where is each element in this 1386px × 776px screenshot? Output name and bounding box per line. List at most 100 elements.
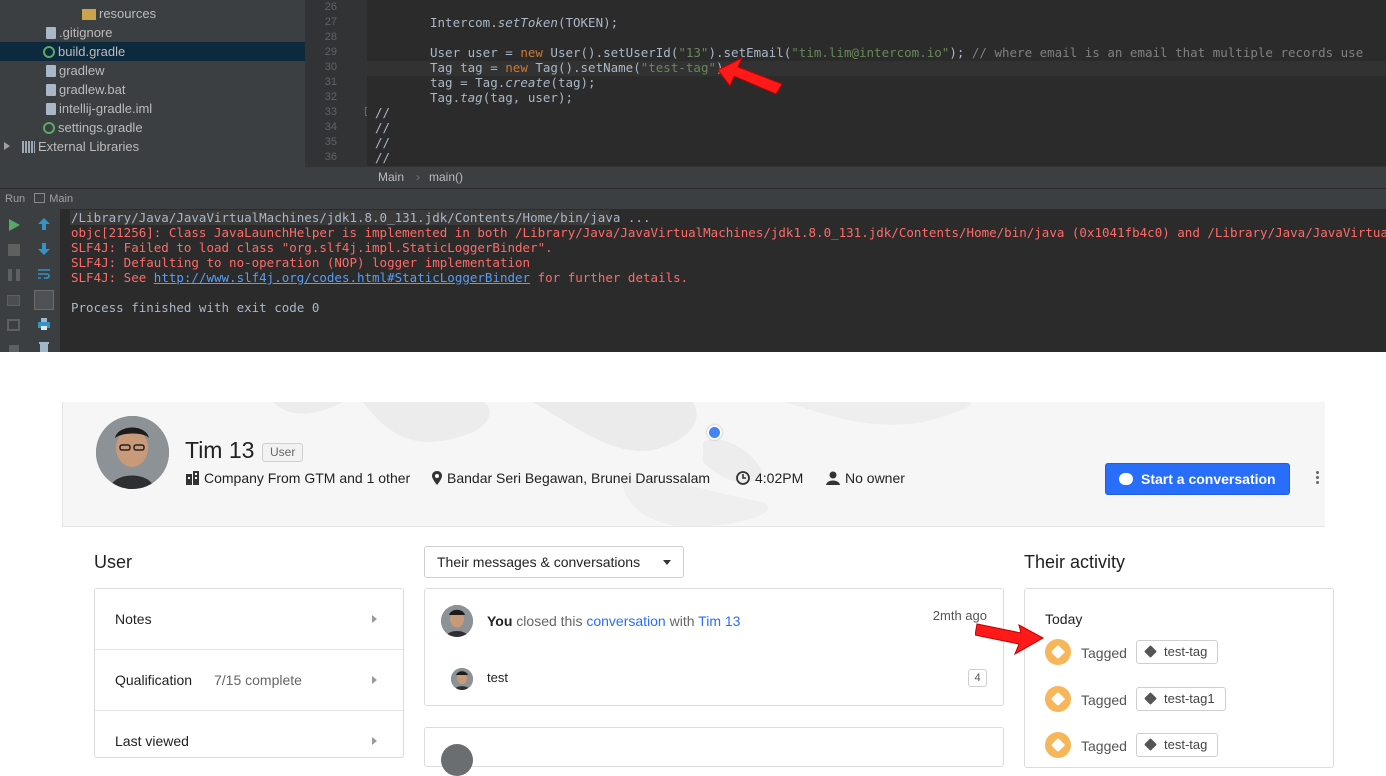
avatar: [441, 605, 473, 637]
message-count-badge: 4: [968, 669, 987, 687]
conversation-filter-dropdown[interactable]: Their messages & conversations: [424, 546, 684, 578]
tree-item-resources[interactable]: resources: [82, 4, 156, 23]
tree-item-build-gradle[interactable]: build.gradle: [0, 42, 305, 61]
console-link[interactable]: http://www.slf4j.org/codes.html#StaticLo…: [154, 270, 530, 285]
code-line-32: Tag.tag(tag, user);: [430, 90, 573, 105]
tree-item-label: settings.gradle: [58, 120, 143, 135]
print-icon[interactable]: [37, 317, 51, 331]
company-text: Company From GTM and 1 other: [204, 470, 411, 486]
chevron-right-icon: [372, 676, 377, 684]
line-number: 30: [324, 61, 337, 73]
line-number-gutter: 26 27 28 29 30 31 32 33 34 35 36: [305, 0, 367, 166]
last-viewed-row[interactable]: Last viewed: [95, 711, 403, 772]
camera-icon[interactable]: [7, 295, 20, 306]
tag-pill[interactable]: test-tag1: [1136, 687, 1226, 711]
tree-item-external-libraries[interactable]: External Libraries: [0, 137, 305, 156]
breadcrumb-item[interactable]: main(): [429, 167, 463, 188]
rerun-icon[interactable]: [7, 218, 21, 232]
code-line-35: //: [375, 135, 391, 150]
user-attributes-panel: Notes Qualification 7/15 complete Last v…: [94, 588, 404, 758]
code-line-30: Tag tag = new Tag().setName("test-tag");: [430, 60, 731, 75]
tree-item-label: gradlew.bat: [59, 82, 126, 97]
conversation-summary: You closed this conversation with Tim 13: [487, 613, 741, 629]
tag-icon: [1144, 738, 1157, 751]
more-options-icon[interactable]: [1313, 470, 1321, 488]
pause-icon[interactable]: [8, 269, 20, 281]
line-number: 36: [324, 151, 337, 163]
scroll-to-end-icon[interactable]: [34, 290, 54, 310]
start-conversation-button[interactable]: Start a conversation: [1105, 463, 1290, 495]
project-tree: resources .gitignore build.gradle gradle…: [0, 0, 305, 188]
line-number: 29: [324, 46, 337, 58]
row-label: Notes: [115, 611, 152, 627]
user-name: Tim 13: [185, 437, 255, 463]
user-type-badge: User: [262, 443, 304, 462]
console-line: Process finished with exit code 0: [71, 300, 320, 315]
building-icon: [186, 471, 199, 485]
owner-meta[interactable]: No owner: [826, 470, 905, 486]
tag-icon: [1045, 686, 1071, 712]
console-line: /Library/Java/JavaVirtualMachines/jdk1.8…: [71, 210, 651, 225]
run-console-output[interactable]: /Library/Java/JavaVirtualMachines/jdk1.8…: [60, 209, 1386, 352]
ide-window: resources .gitignore build.gradle gradle…: [0, 0, 1386, 355]
line-number: 34: [324, 121, 337, 133]
avatar: [96, 416, 169, 489]
tag-pill[interactable]: test-tag: [1136, 733, 1219, 757]
owner-text: No owner: [845, 470, 905, 486]
activity-feed: Today Tagged test-tag Tagged test-tag1 T…: [1024, 588, 1334, 768]
settings-icon[interactable]: [9, 345, 19, 352]
expand-arrow-icon[interactable]: [4, 142, 10, 150]
stop-icon[interactable]: [8, 244, 20, 256]
tree-item-label: .gitignore: [59, 25, 113, 40]
tree-item-iml[interactable]: intellij-gradle.iml: [46, 99, 152, 118]
tree-item-gradlew[interactable]: gradlew: [46, 61, 105, 80]
gradle-icon: [43, 46, 55, 58]
notes-row[interactable]: Notes: [95, 589, 403, 650]
tree-item-label: gradlew: [59, 63, 105, 78]
code-line-33: //: [375, 105, 391, 120]
activity-verb: Tagged: [1081, 645, 1127, 661]
code-line-31: tag = Tag.create(tag);: [430, 75, 596, 90]
tree-item-gradlew-bat[interactable]: gradlew.bat: [46, 80, 126, 99]
scroll-up-icon[interactable]: [37, 217, 51, 231]
qualification-row[interactable]: Qualification 7/15 complete: [95, 650, 403, 711]
conversation-card[interactable]: You closed this conversation with Tim 13…: [424, 588, 1004, 706]
caret-down-icon: [663, 560, 671, 565]
editor-breadcrumb: Main › main(): [305, 166, 1386, 188]
user-link[interactable]: Tim 13: [698, 613, 740, 629]
file-icon: [46, 65, 56, 77]
code-editor[interactable]: Intercom.setToken(TOKEN); User user = ne…: [367, 0, 1386, 166]
tree-item-gitignore[interactable]: .gitignore: [46, 23, 112, 42]
tag-icon: [1144, 692, 1157, 705]
conversation-link[interactable]: conversation: [586, 613, 665, 629]
location-text: Bandar Seri Begawan, Brunei Darussalam: [447, 470, 711, 486]
breadcrumb-separator-icon: ›: [416, 170, 420, 184]
tag-icon: [1045, 732, 1071, 758]
console-line: SLF4J: Defaulting to no-operation (NOP) …: [71, 255, 531, 270]
breadcrumb-item[interactable]: Main: [378, 167, 404, 188]
code-line-27: Intercom.setToken(TOKEN);: [430, 15, 619, 30]
company-meta[interactable]: Company From GTM and 1 other: [186, 470, 410, 486]
scroll-down-icon[interactable]: [37, 242, 51, 256]
soft-wrap-icon[interactable]: [37, 267, 51, 281]
console-line: objc[21256]: Class JavaLaunchHelper is i…: [71, 225, 1386, 240]
qualification-progress: 7/15 complete: [214, 672, 302, 688]
exit-icon[interactable]: [7, 319, 20, 331]
tree-item-settings-gradle[interactable]: settings.gradle: [43, 118, 143, 137]
run-config-tab[interactable]: Main: [49, 193, 73, 205]
tree-item-label: intellij-gradle.iml: [59, 101, 153, 116]
tag-pill[interactable]: test-tag: [1136, 640, 1219, 664]
annotation-arrow-icon: [717, 58, 783, 95]
line-number: 26: [324, 1, 337, 13]
local-time-text: 4:02PM: [755, 470, 804, 486]
line-number: 32: [324, 91, 337, 103]
conversation-card[interactable]: [424, 727, 1004, 776]
file-icon: [46, 103, 56, 115]
run-label: Run: [5, 193, 26, 205]
activity-section-title: Their activity: [1024, 552, 1126, 572]
console-line: SLF4J: See http://www.slf4j.org/codes.ht…: [71, 270, 689, 285]
run-config-icon: [34, 193, 46, 203]
run-panel-header: Run Main: [0, 188, 1386, 209]
start-conversation-label: Start a conversation: [1141, 471, 1276, 487]
line-number: 27: [324, 16, 337, 28]
